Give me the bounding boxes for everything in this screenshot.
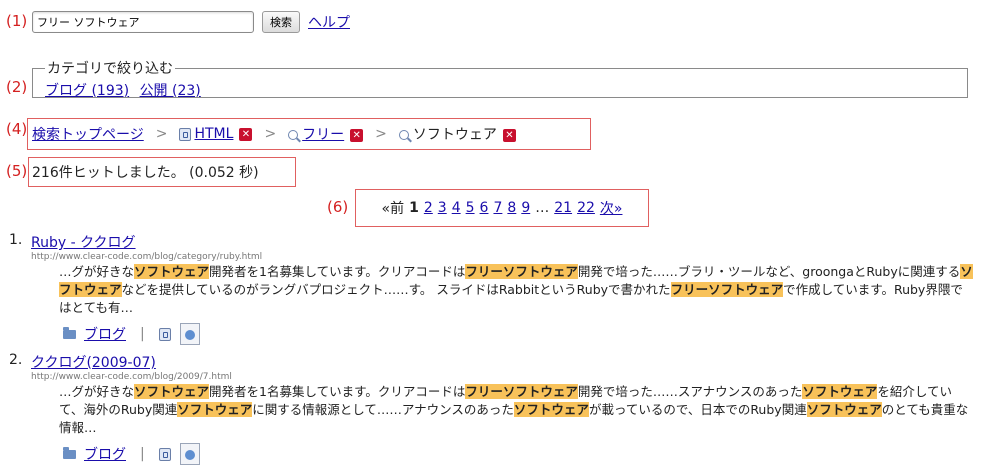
- pager-next[interactable]: 次»: [600, 198, 623, 218]
- divider: |: [140, 446, 145, 462]
- snippet-text: に関する情報源として……アナウンスのあった: [252, 402, 514, 417]
- search-bar: 検索 ヘルプ: [32, 11, 350, 33]
- snippet-highlight: フリーソフトウェア: [465, 384, 578, 399]
- pager-page[interactable]: 21: [554, 200, 572, 216]
- breadcrumb-item-free: フリー ✕: [288, 124, 364, 144]
- pager-ellipsis: …: [535, 200, 550, 216]
- pager-page[interactable]: 2: [424, 200, 433, 216]
- results-list: 1. Ruby - ククログ http://www.clear-code.com…: [8, 232, 976, 472]
- search-button[interactable]: 検索: [262, 11, 300, 33]
- snippet-highlight: ソフトウェア: [806, 402, 882, 417]
- marker-2: (2): [6, 78, 28, 96]
- remove-icon[interactable]: ✕: [350, 128, 364, 142]
- folder-icon: [63, 446, 76, 459]
- marker-4: (4): [6, 120, 28, 138]
- snippet-text: などを提供しているのがラングバプロジェクト……す。 スライドはRabbitという…: [121, 282, 671, 297]
- site-icon: [158, 327, 171, 341]
- site-icon: [158, 447, 171, 461]
- snippet-text: 開発者を1名募集しています。クリアコードは: [209, 264, 466, 279]
- search-input[interactable]: [32, 11, 254, 33]
- folder-icon: [63, 326, 76, 339]
- snippet-text: …グが好きな: [59, 264, 135, 279]
- pager-page[interactable]: 7: [493, 200, 502, 216]
- breadcrumb-separator: >: [375, 126, 387, 142]
- breadcrumb-item-software: ソフトウェア ✕: [398, 124, 516, 144]
- marker-5: (5): [6, 162, 28, 180]
- category-filter: カテゴリで絞り込む ブログ (193) 公開 (23): [32, 58, 968, 100]
- result-category-link[interactable]: ブログ: [84, 444, 126, 464]
- hit-count: 216件ヒットしました。 (0.052 秒): [28, 157, 296, 187]
- snippet-highlight: ソフトウェア: [134, 384, 210, 399]
- snippet-highlight: ソフトウェア: [513, 402, 589, 417]
- snippet-highlight: ソフトウェア: [134, 264, 210, 279]
- snippet-text: …グが好きな: [59, 384, 135, 399]
- hit-count-text: 216件ヒットしました。 (0.052 秒): [32, 165, 259, 181]
- pager-page[interactable]: 4: [452, 200, 461, 216]
- snippet-text: 開発で培った……スアナウンスのあった: [577, 384, 803, 399]
- snippet-text: 開発者を1名募集しています。クリアコードは: [209, 384, 466, 399]
- marker-1: (1): [6, 12, 28, 30]
- search-icon: [288, 130, 299, 140]
- breadcrumb-separator: >: [264, 126, 277, 142]
- pager-page[interactable]: 9: [521, 200, 530, 216]
- marker-6: (6): [327, 198, 349, 216]
- snippet-text: が載っているので、日本でのRuby関連: [588, 402, 807, 417]
- category-link-blog[interactable]: ブログ (193): [45, 83, 129, 99]
- breadcrumb: 検索トップページ > HTML ✕ > フリー ✕ > ソフトウェア ✕: [27, 118, 591, 150]
- cache-thumbnail-icon[interactable]: [179, 443, 200, 465]
- pager-page[interactable]: 5: [466, 200, 475, 216]
- breadcrumb-current: ソフトウェア: [412, 127, 497, 143]
- pager-prev: «前: [381, 201, 405, 217]
- result-footer: ブログ |: [63, 443, 976, 465]
- remove-icon[interactable]: ✕: [239, 127, 253, 141]
- result-footer: ブログ |: [63, 323, 976, 345]
- category-links: ブログ (193) 公開 (23): [45, 80, 955, 100]
- breadcrumb-item-html: HTML ✕: [179, 126, 253, 142]
- breadcrumb-separator: >: [155, 126, 168, 142]
- pager-page[interactable]: 3: [438, 200, 447, 216]
- pager-current: 1: [409, 200, 419, 216]
- result-number: 2.: [9, 352, 23, 368]
- pagination: «前 1 2 3 4 5 6 7 8 9 … 21 22 次»: [355, 189, 649, 227]
- snippet-highlight: フリーソフトウェア: [670, 282, 784, 297]
- result-snippet: …グが好きなソフトウェア開発者を1名募集しています。クリアコードはフリーソフトウ…: [59, 383, 974, 437]
- snippet-highlight: ソフトウェア: [177, 402, 253, 417]
- category-legend: カテゴリで絞り込む: [47, 61, 173, 77]
- pager-page[interactable]: 6: [480, 200, 489, 216]
- breadcrumb-top-link[interactable]: 検索トップページ: [32, 124, 144, 144]
- help-link[interactable]: ヘルプ: [308, 12, 350, 32]
- result-item: 1. Ruby - ククログ http://www.clear-code.com…: [8, 232, 976, 345]
- remove-icon[interactable]: ✕: [502, 128, 516, 142]
- result-url: http://www.clear-code.com/blog/2009/7.ht…: [31, 372, 232, 382]
- result-number: 1.: [9, 232, 23, 248]
- search-icon: [398, 130, 409, 140]
- result-url: http://www.clear-code.com/blog/category/…: [31, 252, 263, 262]
- snippet-highlight: ソフトウェア: [802, 384, 878, 399]
- result-title-link[interactable]: Ruby - ククログ: [31, 235, 136, 251]
- pager-page[interactable]: 8: [507, 200, 516, 216]
- category-link-public[interactable]: 公開 (23): [140, 83, 201, 99]
- snippet-text: 開発で培った……ブラリ・ツールなど、groongaとRubyに関連する: [577, 264, 961, 279]
- divider: |: [140, 326, 145, 342]
- pager-page[interactable]: 22: [577, 200, 595, 216]
- site-icon: [179, 127, 192, 141]
- result-snippet: …グが好きなソフトウェア開発者を1名募集しています。クリアコードはフリーソフトウ…: [59, 263, 974, 317]
- breadcrumb-link-free[interactable]: フリー: [302, 127, 344, 143]
- snippet-highlight: フリーソフトウェア: [465, 264, 578, 279]
- result-title-link[interactable]: ククログ(2009-07): [31, 355, 156, 371]
- breadcrumb-link-html[interactable]: HTML: [194, 126, 233, 142]
- result-category-link[interactable]: ブログ: [84, 324, 126, 344]
- result-item: 2. ククログ(2009-07) http://www.clear-code.c…: [8, 352, 976, 465]
- cache-thumbnail-icon[interactable]: [179, 323, 200, 345]
